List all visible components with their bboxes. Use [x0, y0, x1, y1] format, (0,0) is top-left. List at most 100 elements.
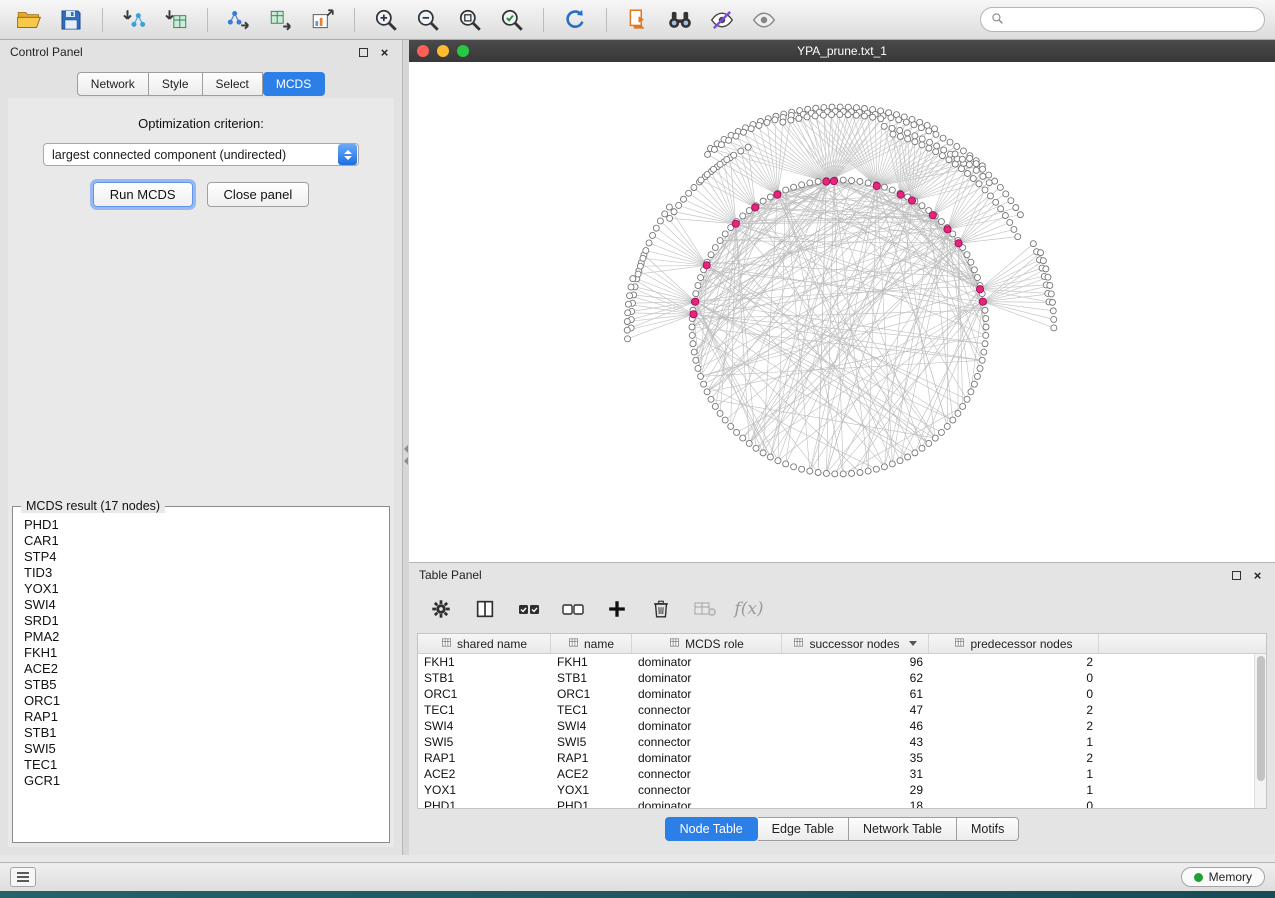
toolbar-separator [354, 8, 355, 32]
tab-style[interactable]: Style [149, 72, 203, 96]
tab-select[interactable]: Select [203, 72, 263, 96]
import-network-icon[interactable] [115, 4, 153, 36]
delete-column-icon[interactable] [647, 595, 675, 623]
scrollbar-thumb[interactable] [1257, 656, 1265, 781]
tab-network[interactable]: Network [77, 72, 149, 96]
mcds-result-item[interactable]: SRD1 [15, 613, 387, 629]
mcds-result-item[interactable]: STP4 [15, 549, 387, 565]
memory-button[interactable]: Memory [1181, 867, 1265, 887]
tab-mcds[interactable]: MCDS [263, 72, 325, 96]
mcds-result-item[interactable]: ACE2 [15, 661, 387, 677]
table-row[interactable]: TEC1TEC1connector472 [418, 702, 1254, 718]
mcds-result-item[interactable]: ORC1 [15, 693, 387, 709]
add-column-icon[interactable] [603, 595, 631, 623]
mcds-result-item[interactable]: TEC1 [15, 757, 387, 773]
tab-edge-table[interactable]: Edge Table [758, 817, 849, 841]
table-panel-title: Table Panel [419, 568, 1223, 582]
mcds-result-item[interactable]: RAP1 [15, 709, 387, 725]
table-cell-name: SWI5 [551, 735, 632, 749]
float-table-panel-icon[interactable] [1229, 568, 1244, 583]
mcds-result-item[interactable]: STB1 [15, 725, 387, 741]
close-panel-button[interactable]: Close panel [207, 182, 310, 207]
refresh-icon[interactable] [556, 4, 594, 36]
window-close-icon[interactable] [417, 45, 429, 57]
open-file-icon[interactable] [10, 4, 48, 36]
toolbar-separator [207, 8, 208, 32]
optimization-criterion-dropdown[interactable]: largest connected component (undirected) [43, 143, 359, 166]
export-image-icon[interactable] [304, 4, 342, 36]
tab-motifs[interactable]: Motifs [957, 817, 1019, 841]
mcds-result-item[interactable]: TID3 [15, 565, 387, 581]
find-icon[interactable] [661, 4, 699, 36]
column-type-icon [441, 637, 452, 651]
clone-document-icon[interactable] [619, 4, 657, 36]
mcds-result-item[interactable]: SWI4 [15, 597, 387, 613]
mcds-result-item[interactable]: PHD1 [15, 517, 387, 533]
table-cell-successors: 62 [782, 671, 929, 685]
column-header-name[interactable]: name [551, 634, 632, 653]
save-icon[interactable] [52, 4, 90, 36]
table-cell-shared_name: ACE2 [418, 767, 551, 781]
float-panel-icon[interactable] [356, 45, 371, 60]
search-input[interactable] [1010, 13, 1254, 27]
column-header-mcds-role[interactable]: MCDS role [632, 634, 782, 653]
column-header-predecessor-nodes[interactable]: predecessor nodes [929, 634, 1099, 653]
table-row[interactable]: SWI5SWI5connector431 [418, 734, 1254, 750]
table-settings-gear-icon[interactable] [427, 595, 455, 623]
show-columns-icon[interactable] [471, 595, 499, 623]
column-label: shared name [457, 637, 527, 651]
show-all-icon[interactable] [745, 4, 783, 36]
table-row[interactable]: STB1STB1dominator620 [418, 670, 1254, 686]
mcds-result-item[interactable]: GCR1 [15, 773, 387, 789]
zoom-selected-icon[interactable] [493, 4, 531, 36]
table-row[interactable]: RAP1RAP1dominator352 [418, 750, 1254, 766]
table-vertical-scrollbar[interactable] [1254, 654, 1266, 808]
table-cell-predecessors: 2 [929, 719, 1099, 733]
tab-node-table[interactable]: Node Table [665, 817, 758, 841]
mcds-result-item[interactable]: CAR1 [15, 533, 387, 549]
column-header-shared-name[interactable]: shared name [418, 634, 551, 653]
table-cell-shared_name: TEC1 [418, 703, 551, 717]
table-cell-role: dominator [632, 671, 782, 685]
table-row[interactable]: PHD1PHD1dominator180 [418, 798, 1254, 808]
mcds-result-item[interactable]: STB5 [15, 677, 387, 693]
export-table-icon[interactable] [262, 4, 300, 36]
export-network-icon[interactable] [220, 4, 258, 36]
zoom-out-icon[interactable] [409, 4, 447, 36]
mcds-result-item[interactable]: FKH1 [15, 645, 387, 661]
status-menu-icon[interactable] [10, 867, 36, 887]
delete-table-icon[interactable] [691, 595, 719, 623]
function-builder-icon[interactable]: f(x) [735, 595, 763, 623]
table-row[interactable]: YOX1YOX1connector291 [418, 782, 1254, 798]
select-all-rows-icon[interactable] [515, 595, 543, 623]
hide-selected-icon[interactable] [703, 4, 741, 36]
import-table-icon[interactable] [157, 4, 195, 36]
network-graph[interactable] [409, 62, 1275, 562]
close-panel-icon[interactable]: × [377, 45, 392, 60]
search-field[interactable] [980, 7, 1265, 32]
tab-network-table[interactable]: Network Table [849, 817, 957, 841]
zoom-fit-icon[interactable] [451, 4, 489, 36]
table-row[interactable]: SWI4SWI4dominator462 [418, 718, 1254, 734]
table-row[interactable]: ACE2ACE2connector311 [418, 766, 1254, 782]
table-cell-shared_name: RAP1 [418, 751, 551, 765]
mcds-result-item[interactable]: YOX1 [15, 581, 387, 597]
table-cell-predecessors: 2 [929, 703, 1099, 717]
window-minimize-icon[interactable] [437, 45, 449, 57]
run-mcds-button[interactable]: Run MCDS [93, 182, 193, 207]
window-zoom-icon[interactable] [457, 45, 469, 57]
column-header-successor-nodes[interactable]: successor nodes [782, 634, 929, 653]
table-row[interactable]: FKH1FKH1dominator962 [418, 654, 1254, 670]
zoom-in-icon[interactable] [367, 4, 405, 36]
mcds-result-item[interactable]: SWI5 [15, 741, 387, 757]
sort-descending-icon [909, 641, 917, 646]
table-cell-successors: 18 [782, 799, 929, 808]
column-type-icon [669, 637, 680, 651]
mcds-result-item[interactable]: PMA2 [15, 629, 387, 645]
table-cell-successors: 29 [782, 783, 929, 797]
table-row[interactable]: ORC1ORC1dominator610 [418, 686, 1254, 702]
deselect-all-rows-icon[interactable] [559, 595, 587, 623]
network-canvas[interactable] [409, 62, 1275, 562]
mcds-result-list[interactable]: PHD1CAR1STP4TID3YOX1SWI4SRD1PMA2FKH1ACE2… [15, 517, 387, 840]
close-table-panel-icon[interactable]: × [1250, 568, 1265, 583]
